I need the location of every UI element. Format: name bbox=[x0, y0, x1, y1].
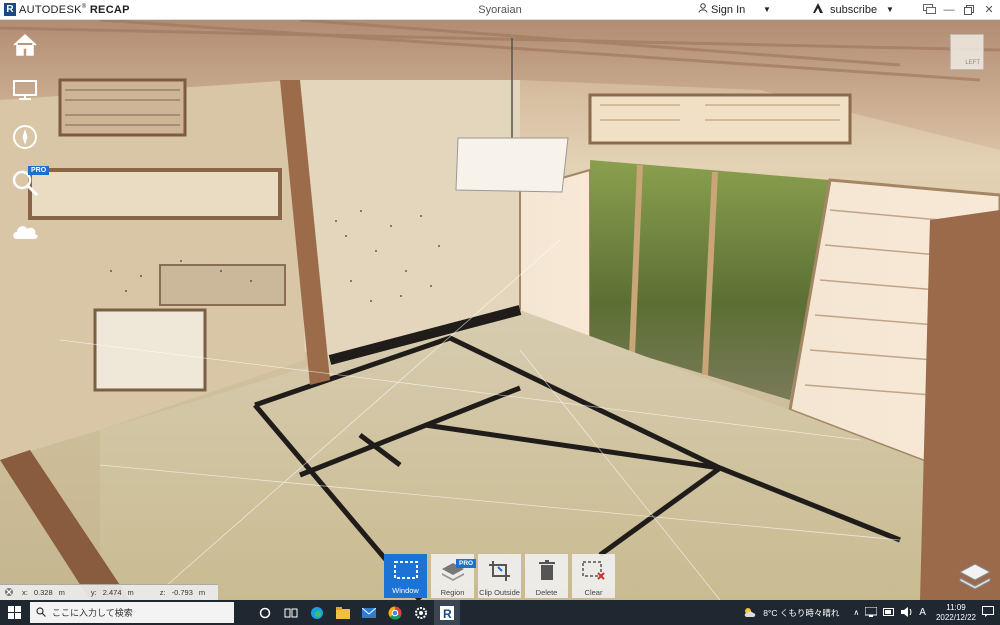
ime-indicator[interactable]: A bbox=[919, 607, 926, 618]
clip-outside-button[interactable]: Clip Outside bbox=[478, 554, 521, 598]
system-tray: 8°C くもり時々晴れ ∧ A 11:09 2022/12/22 bbox=[743, 600, 1000, 625]
crop-icon bbox=[488, 560, 512, 588]
file-explorer-icon[interactable] bbox=[330, 600, 356, 625]
taskbar-search-input[interactable]: ここに入力して検索 bbox=[30, 602, 234, 623]
brand-name: AUTODESK® RECAP bbox=[19, 3, 130, 16]
home-icon[interactable] bbox=[10, 30, 40, 60]
chat-icon[interactable] bbox=[922, 3, 936, 17]
svg-text:R: R bbox=[443, 607, 452, 620]
battery-icon[interactable] bbox=[883, 607, 895, 618]
view-cube[interactable]: LEFT bbox=[950, 34, 984, 70]
minimize-icon[interactable]: — bbox=[942, 3, 956, 17]
taskbar-clock[interactable]: 11:09 2022/12/22 bbox=[936, 603, 976, 623]
clear-label: Clear bbox=[584, 588, 603, 597]
brand-product: RECAP bbox=[89, 3, 130, 16]
layers-icon[interactable] bbox=[958, 560, 992, 594]
title-bar: R AUTODESK® RECAP Syoraian Sign In ▼ sub… bbox=[0, 0, 1000, 20]
chevron-down-icon[interactable]: ▼ bbox=[763, 5, 771, 14]
close-icon[interactable]: ✕ bbox=[982, 3, 996, 17]
recap-taskbar-icon[interactable]: R bbox=[434, 600, 460, 625]
coordinate-system-icon[interactable] bbox=[4, 587, 14, 599]
chevron-up-icon[interactable]: ∧ bbox=[853, 608, 859, 617]
view-cube-face-label: LEFT bbox=[965, 60, 980, 66]
region-label: Region bbox=[440, 588, 465, 597]
task-view-icon[interactable] bbox=[278, 600, 304, 625]
navigation-compass-icon[interactable] bbox=[10, 122, 40, 152]
sign-in-button[interactable]: Sign In bbox=[698, 3, 745, 16]
network-icon[interactable] bbox=[864, 606, 878, 619]
volume-icon[interactable] bbox=[901, 606, 913, 619]
subscribe-button[interactable]: subscribe bbox=[812, 2, 877, 17]
windows-taskbar: ここに入力して検索 R 8°C くもり時々晴れ ∧ A 11:09 2022/1… bbox=[0, 600, 1000, 625]
window-controls: — ✕ bbox=[922, 3, 996, 17]
brand-prefix: AUTODESK bbox=[19, 3, 82, 16]
z-coordinate: z: -0.793 m bbox=[159, 588, 206, 597]
sign-in-label: Sign In bbox=[711, 3, 746, 16]
autodesk-a-icon bbox=[812, 2, 824, 17]
subscribe-label: subscribe bbox=[830, 3, 878, 16]
window-label: Window bbox=[392, 586, 419, 595]
search-placeholder: ここに入力して検索 bbox=[52, 608, 133, 618]
settings-gear-icon[interactable] bbox=[408, 600, 434, 625]
clear-button[interactable]: Clear bbox=[572, 554, 615, 598]
clear-selection-icon bbox=[581, 560, 607, 588]
coordinates-readout: x: 0.328 m y: 2.474 m z: -0.793 m bbox=[0, 584, 218, 600]
region-pro-badge: PRO bbox=[456, 559, 477, 568]
search-icon bbox=[36, 606, 46, 619]
chrome-icon[interactable] bbox=[382, 600, 408, 625]
document-title: Syoraian bbox=[478, 3, 522, 16]
chevron-down-icon[interactable]: ▼ bbox=[886, 5, 894, 14]
trash-icon bbox=[537, 560, 557, 588]
app-brand: R AUTODESK® RECAP bbox=[0, 3, 300, 16]
point-cloud-viewport[interactable]: PRO LEFT bbox=[0, 20, 1000, 600]
y-coordinate: y: 2.474 m bbox=[90, 588, 134, 597]
clip-outside-label: Clip Outside bbox=[479, 588, 520, 597]
notifications-icon[interactable] bbox=[982, 606, 994, 619]
window-select-icon bbox=[393, 560, 419, 586]
restore-icon[interactable] bbox=[962, 3, 976, 17]
pro-badge: PRO bbox=[28, 166, 50, 175]
cloud-icon[interactable] bbox=[10, 216, 40, 246]
weather-text[interactable]: 8°C くもり時々晴れ bbox=[763, 607, 839, 619]
x-coordinate: x: 0.328 m bbox=[22, 588, 65, 597]
point-cloud-scene bbox=[0, 20, 1000, 600]
user-icon bbox=[698, 3, 708, 16]
delete-button[interactable]: Delete bbox=[525, 554, 568, 598]
edge-icon[interactable] bbox=[304, 600, 330, 625]
windows-start-icon[interactable] bbox=[0, 600, 28, 625]
clock-time: 11:09 bbox=[946, 602, 966, 612]
clip-toolbar: Window Region Clip Outside Delete Clear bbox=[384, 554, 615, 600]
weather-icon[interactable] bbox=[743, 606, 757, 620]
recap-logo-icon: R bbox=[4, 3, 16, 16]
display-settings-icon[interactable] bbox=[10, 75, 40, 105]
window-select-button[interactable]: Window bbox=[384, 554, 427, 598]
cortana-icon[interactable] bbox=[252, 600, 278, 625]
clock-date: 2022/12/22 bbox=[935, 612, 976, 622]
delete-label: Delete bbox=[535, 588, 558, 597]
mail-icon[interactable] bbox=[356, 600, 382, 625]
